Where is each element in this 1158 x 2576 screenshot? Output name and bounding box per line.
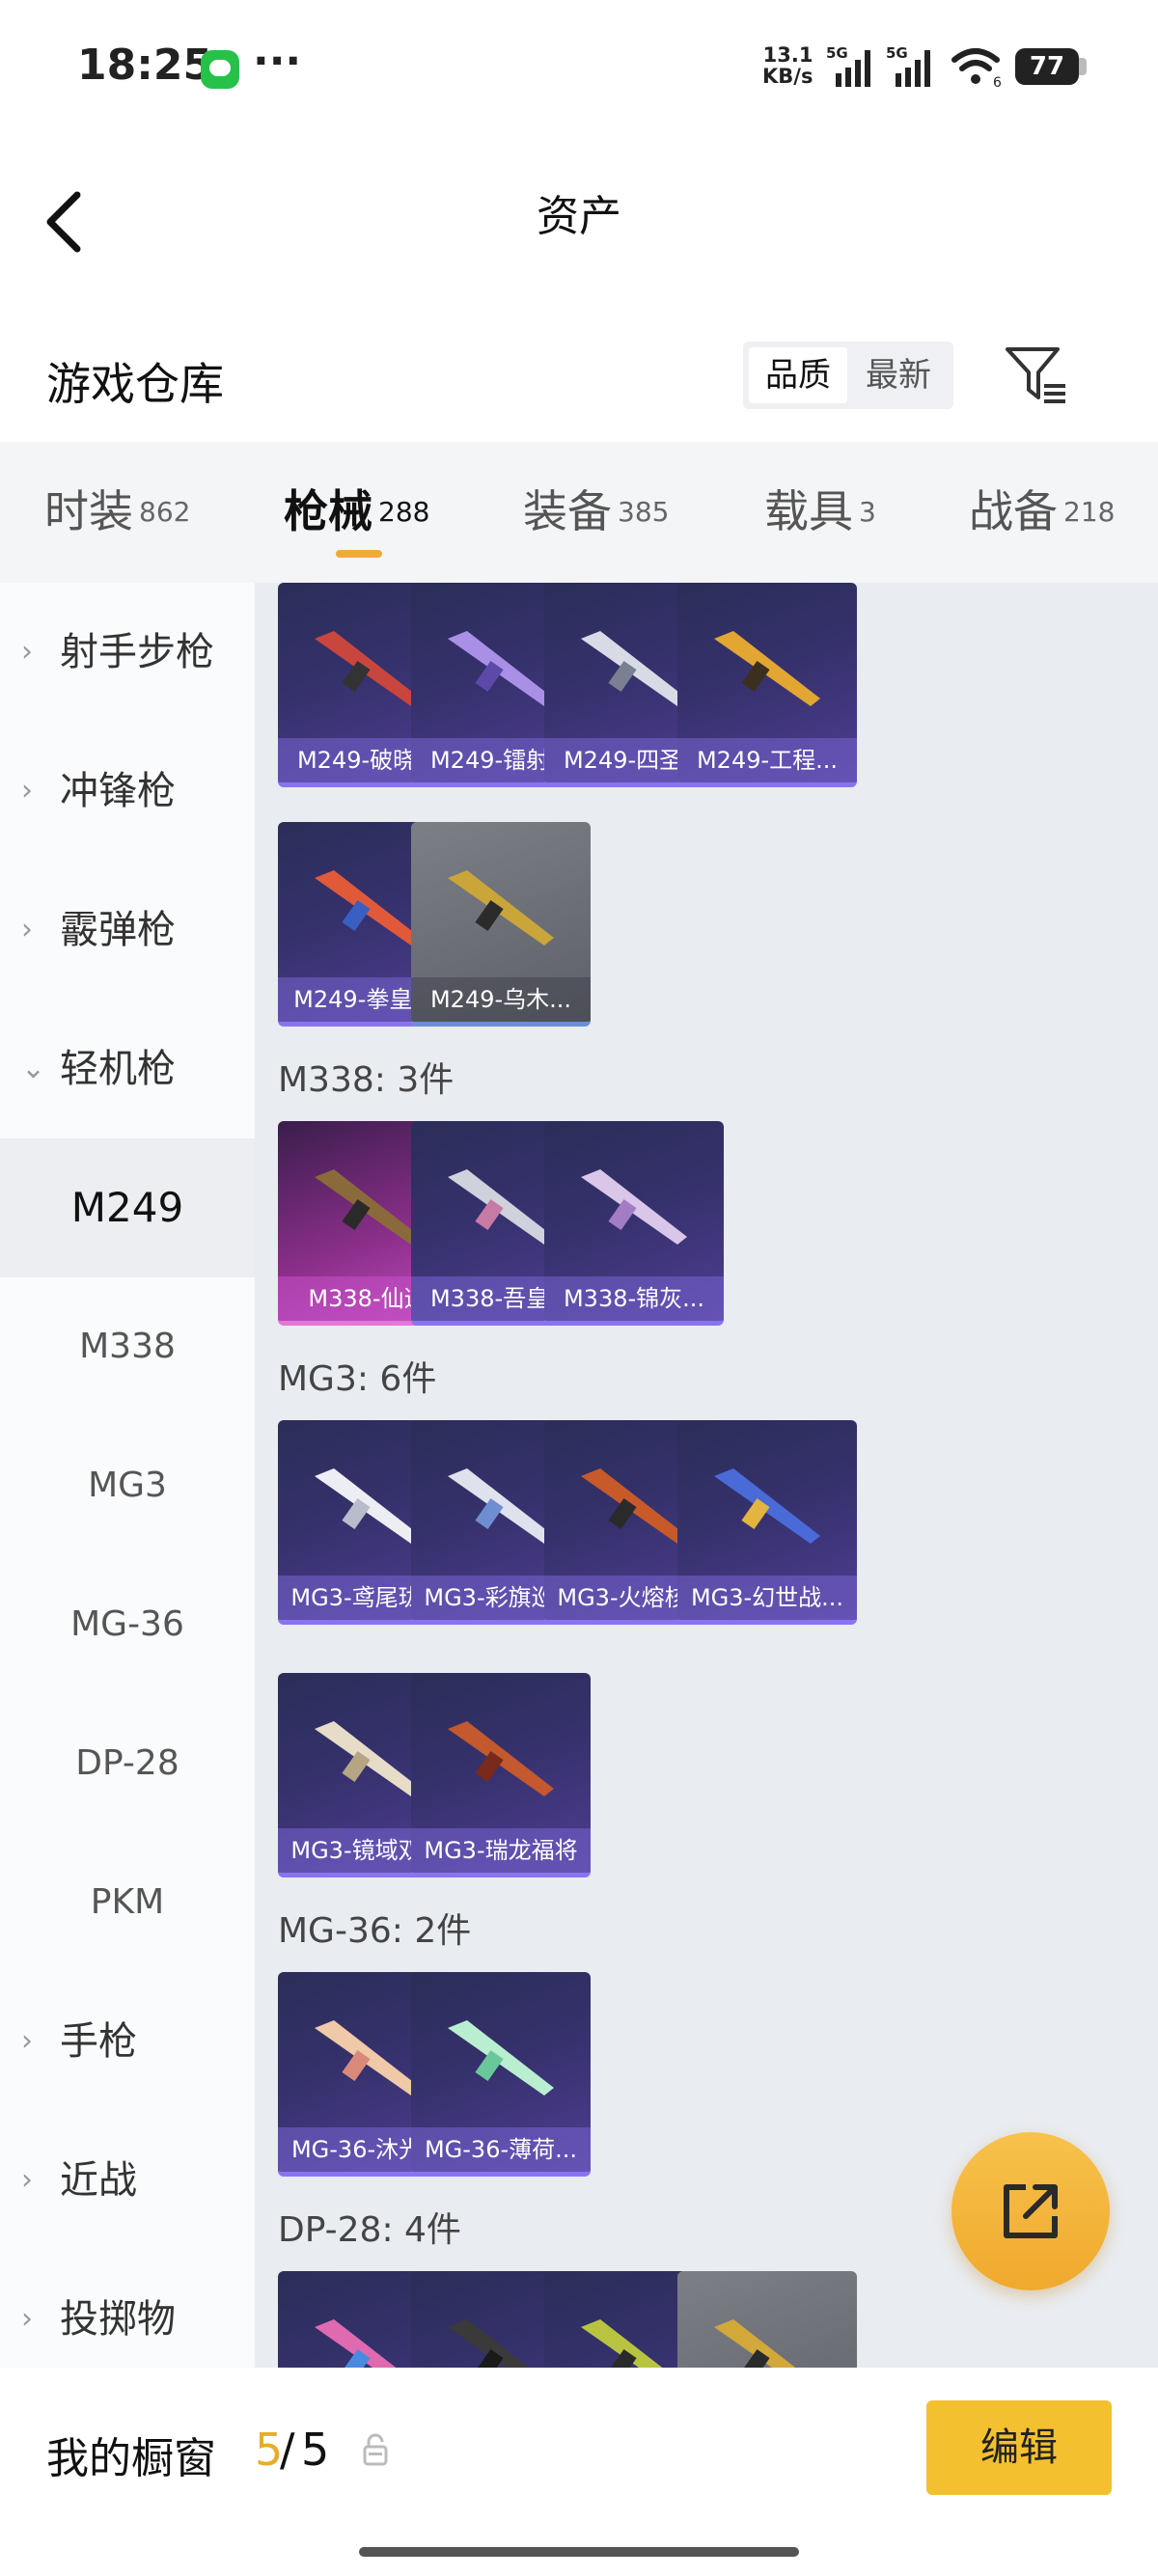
showcase-separator: / (280, 2424, 295, 2476)
edit-button[interactable]: 编辑 (926, 2400, 1112, 2495)
gun-icon (448, 870, 554, 945)
sort-quality[interactable]: 品质 (749, 347, 847, 403)
external-link-icon (1004, 2184, 1058, 2238)
showcase-label: 我的橱窗 (46, 2434, 216, 2483)
svg-text:6: 6 (993, 75, 1002, 89)
sidebar-item-shotgun[interactable]: › 霰弹枪 (0, 861, 255, 1000)
weapon-type-sidebar: › 射手步枪 › 冲锋枪 › 霰弹枪 ⌄ 轻机枪 M249 M338 MG3 M… (0, 583, 255, 2368)
gun-icon (448, 1721, 554, 1796)
svg-text:5G: 5G (886, 44, 908, 62)
chevron-right-icon: › (21, 2302, 33, 2336)
skin-name: MG3-幻世战... (677, 1576, 857, 1620)
warehouse-header: 游戏仓库 品质 最新 (0, 328, 1158, 444)
skin-name: M338-锦灰... (544, 1276, 724, 1321)
group-header-m338: M338: 3件 (278, 1060, 455, 1100)
group-header-mg36: MG-36: 2件 (278, 1911, 472, 1951)
battery-tip (1079, 58, 1087, 75)
active-tab-indicator (336, 550, 382, 558)
weapon-skin-grid: M249-破晓... M249-镭射... M249-四圣... M249-工程… (255, 583, 1158, 2368)
chevron-right-icon: › (21, 2163, 33, 2197)
sidebar-sub-dp28[interactable]: DP-28 (0, 1694, 255, 1833)
showcase-max: 5 (301, 2424, 330, 2476)
chevron-right-icon: › (21, 913, 33, 946)
chevron-right-icon: › (21, 2024, 33, 2058)
showcase-current: 5 (255, 2424, 284, 2476)
skin-card[interactable]: M249-工程... (677, 583, 857, 787)
page-title: 资产 (537, 192, 621, 241)
showcase-bar: 我的橱窗 5 / 5 编辑 (0, 2368, 1158, 2576)
messages-icon (201, 50, 239, 89)
net-speed: 13.1 KB/s (762, 43, 813, 88)
chevron-down-icon: ⌄ (21, 1052, 46, 1085)
sidebar-sub-m249[interactable]: M249 (0, 1138, 255, 1277)
share-button[interactable] (951, 2132, 1110, 2290)
sort-newest[interactable]: 最新 (849, 347, 948, 403)
skin-card[interactable] (677, 2271, 857, 2368)
sidebar-sub-mg36[interactable]: MG-36 (0, 1555, 255, 1694)
section-title: 游戏仓库 (46, 358, 224, 410)
lock-icon[interactable] (361, 2433, 390, 2466)
signal-icon: 5G (826, 44, 870, 87)
svg-text:5G: 5G (826, 44, 848, 62)
status-time: 18:25 (77, 41, 213, 90)
group-header-dp28: DP-28: 4件 (278, 2210, 461, 2250)
gun-icon (714, 631, 820, 706)
sidebar-item-pistol[interactable]: › 手枪 (0, 1972, 255, 2111)
gun-icon (714, 2319, 796, 2368)
status-bar: 18:25 ··· 13.1 KB/s 5G 5G 6 77 (0, 0, 1158, 135)
sidebar-sub-pkm[interactable]: PKM (0, 1833, 255, 1972)
signal-icon-2: 5G (886, 44, 930, 87)
sidebar-sub-mg3[interactable]: MG3 (0, 1416, 255, 1555)
category-tabs: 时装 862 枪械 288 装备 385 载具 3 战备 218 (0, 442, 1158, 583)
gun-icon (448, 2020, 554, 2096)
skin-name: MG3-瑞龙福将 (411, 1828, 591, 1873)
tab-vehicles[interactable]: 载具 3 (764, 477, 876, 540)
skin-card[interactable]: M338-锦灰... (544, 1121, 724, 1326)
sort-toggle: 品质 最新 (743, 342, 953, 409)
skin-name: M249-工程... (677, 738, 857, 782)
skin-card[interactable]: MG3-瑞龙福将 (411, 1673, 591, 1877)
top-nav: 资产 (0, 135, 1158, 289)
gun-icon (714, 1468, 820, 1544)
group-header-mg3: MG3: 6件 (278, 1359, 437, 1399)
tab-supplies[interactable]: 战备 218 (969, 477, 1115, 540)
skin-name: MG-36-薄荷... (411, 2127, 591, 2172)
battery-indicator: 77 (1015, 48, 1079, 85)
sidebar-item-melee[interactable]: › 近战 (0, 2111, 255, 2250)
sidebar-item-lmg[interactable]: ⌄ 轻机枪 (0, 1000, 255, 1138)
tab-guns[interactable]: 枪械 288 (284, 477, 429, 540)
chevron-right-icon: › (21, 774, 33, 808)
sidebar-item-smg[interactable]: › 冲锋枪 (0, 722, 255, 861)
home-indicator[interactable] (359, 2547, 799, 2557)
tab-fashion[interactable]: 时装 862 (44, 477, 190, 540)
wifi-icon: 6 (951, 48, 1002, 89)
skin-card[interactable]: MG-36-薄荷... (411, 1972, 591, 2177)
sidebar-item-throwables[interactable]: › 投掷物 (0, 2250, 255, 2368)
skin-card[interactable]: M249-乌木... (411, 822, 591, 1027)
chevron-right-icon: › (21, 635, 33, 669)
more-notifications: ··· (253, 37, 302, 86)
gun-icon (581, 1169, 687, 1245)
tab-equipment[interactable]: 装备 385 (523, 477, 669, 540)
skin-card[interactable]: MG3-幻世战... (677, 1420, 857, 1625)
skin-name: M249-乌木... (411, 977, 591, 1022)
filter-icon[interactable] (1004, 342, 1071, 409)
sidebar-sub-m338[interactable]: M338 (0, 1277, 255, 1416)
sidebar-item-marksman-rifle[interactable]: › 射手步枪 (0, 583, 255, 722)
